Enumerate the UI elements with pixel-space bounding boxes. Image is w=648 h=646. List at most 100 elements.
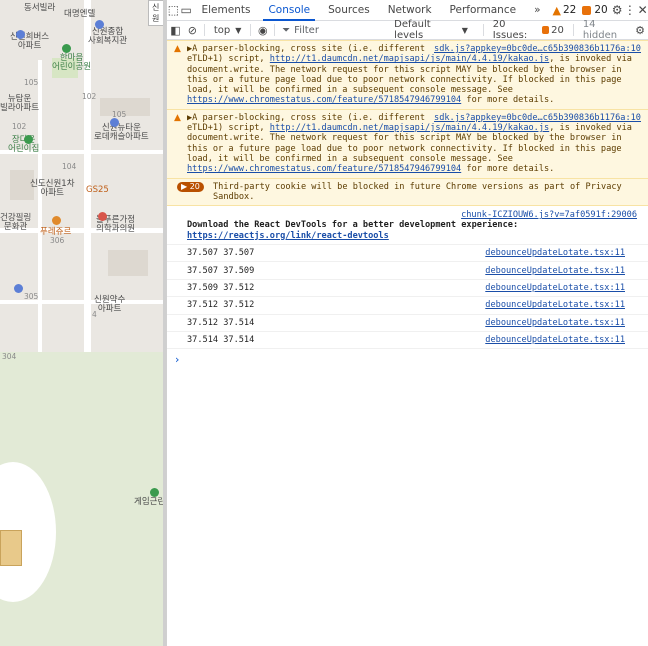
map-pin-icon[interactable]: [110, 118, 119, 127]
map-number: 102: [12, 122, 27, 131]
divider: [203, 24, 205, 36]
settings-gear-icon[interactable]: ⚙: [611, 0, 624, 20]
map-label: 게임근린: [134, 497, 166, 507]
log-row[interactable]: 37.512 37.512 debounceUpdateLotate.tsx:1…: [167, 297, 648, 315]
chromestatus-link[interactable]: https://www.chromestatus.com/feature/571…: [187, 95, 461, 105]
map-pane[interactable]: 동서빌라 대명엔텔 신원희버스 아파트 신원종합 사회복지관 한마음 어린이공원…: [0, 0, 166, 646]
park-icon[interactable]: [150, 488, 159, 497]
context-selector[interactable]: top ▼: [208, 25, 248, 36]
issue-icon: [582, 5, 592, 15]
warning-text: eTLD+1) script,: [187, 123, 270, 134]
console-warning[interactable]: ▲ sdk.js?appkey=0bc0de…c65b390836b1176a:…: [167, 40, 648, 110]
map-label: 신원약수 아파트: [94, 295, 126, 314]
map-number: 105: [24, 78, 39, 87]
park-icon[interactable]: [62, 44, 71, 53]
cookie-warning-group[interactable]: ▶ 20 Third-party cookie will be blocked …: [167, 178, 648, 207]
log-row[interactable]: 37.507 37.509 debounceUpdateLotate.tsx:1…: [167, 262, 648, 280]
school-icon[interactable]: [24, 135, 33, 144]
log-row[interactable]: 37.514 37.514 debounceUpdateLotate.tsx:1…: [167, 332, 648, 350]
log-text: 37.507 37.507: [187, 248, 255, 259]
source-link[interactable]: debounceUpdateLotate.tsx:11: [485, 266, 625, 276]
source-link[interactable]: debounceUpdateLotate.tsx:11: [485, 335, 625, 345]
warning-text: for more details.: [461, 95, 555, 106]
warning-text: ▶A parser-blocking, cross site (i.e. dif…: [187, 112, 425, 123]
log-row[interactable]: 37.512 37.514 debounceUpdateLotate.tsx:1…: [167, 315, 648, 332]
source-link[interactable]: debounceUpdateLotate.tsx:11: [485, 248, 625, 258]
log-text: 37.514 37.514: [187, 335, 255, 346]
source-link[interactable]: sdk.js?appkey=0bc0de…c65b390836b1176a:10: [434, 44, 641, 54]
warning-text: eTLD+1) script,: [187, 54, 270, 65]
more-tabs-button[interactable]: »: [525, 0, 549, 20]
warning-icon: ▲: [174, 112, 181, 123]
warnings-count: 22: [562, 4, 577, 16]
divider: [572, 24, 574, 36]
levels-dropdown[interactable]: Default levels ▼: [388, 19, 474, 41]
issues-count: 20: [594, 4, 608, 16]
filter-box[interactable]: ⏷: [278, 24, 385, 36]
map-pin-icon[interactable]: [14, 284, 23, 293]
map-number: 306: [50, 236, 65, 245]
device-toolbar-icon[interactable]: ▭: [180, 0, 193, 20]
warning-text: for more details.: [461, 164, 555, 175]
issue-icon: [541, 26, 550, 34]
console-toolbar: ◧ ⊘ top ▼ ◉ ⏷ Default levels ▼ 20 Issues…: [167, 19, 648, 41]
message-text: Download the React DevTools for a better…: [187, 220, 519, 231]
chevron-down-icon: ▼: [235, 25, 242, 35]
close-icon[interactable]: ✕: [636, 0, 648, 20]
map-number: 104: [62, 162, 77, 171]
warning-icon: ▲: [552, 3, 561, 17]
filter-input[interactable]: [294, 24, 385, 36]
group-count-badge[interactable]: ▶ 20: [177, 181, 204, 192]
hidden-count: 14 hidden: [582, 19, 618, 41]
group-text: Third-party cookie will be blocked in fu…: [213, 181, 622, 202]
map-pin-icon[interactable]: [16, 30, 25, 39]
map-number: 102: [82, 92, 97, 101]
tab-elements[interactable]: Elements: [193, 0, 260, 20]
tab-sources[interactable]: Sources: [319, 0, 379, 20]
log-row[interactable]: 37.509 37.512 debounceUpdateLotate.tsx:1…: [167, 280, 648, 298]
source-link[interactable]: chunk-ICZIOUW6.js?v=7af0591f:29006: [187, 210, 637, 220]
log-text: 37.509 37.512: [187, 283, 255, 294]
warnings-badge[interactable]: ▲ 22: [550, 0, 580, 20]
react-devtools-link[interactable]: https://reactjs.org/link/react-devtools: [187, 231, 389, 241]
log-row[interactable]: 37.507 37.507 debounceUpdateLotate.tsx:1…: [167, 245, 648, 263]
map-label: 신원뉴타운 로데캐슬아파트: [94, 123, 149, 142]
source-link[interactable]: debounceUpdateLotate.tsx:11: [485, 318, 625, 328]
chevron-down-icon: ▼: [461, 25, 468, 35]
react-devtools-message[interactable]: chunk-ICZIOUW6.js?v=7af0591f:29006 Downl…: [167, 206, 648, 246]
source-link[interactable]: sdk.js?appkey=0bc0de…c65b390836b1176a:10: [434, 113, 641, 123]
tab-performance[interactable]: Performance: [441, 0, 526, 20]
script-link[interactable]: http://t1.daumcdn.net/mapjsapi/js/main/4…: [270, 123, 549, 133]
issues-label: 20 Issues:: [492, 19, 528, 41]
warning-text: ▶A parser-blocking, cross site (i.e. dif…: [187, 44, 425, 54]
map-label: 뉴탐운 빌라아파트: [0, 94, 40, 113]
source-link[interactable]: debounceUpdateLotate.tsx:11: [485, 300, 625, 310]
sidebar-toggle-icon[interactable]: ◧: [167, 24, 184, 37]
console-prompt[interactable]: ›: [167, 349, 648, 370]
divider: [482, 24, 484, 36]
context-value: top: [213, 24, 231, 36]
inspect-element-icon[interactable]: ⬚: [167, 0, 180, 20]
tab-network[interactable]: Network: [379, 0, 441, 20]
clear-console-icon[interactable]: ⊘: [184, 24, 201, 37]
map-pin-icon[interactable]: [95, 20, 104, 29]
source-link[interactable]: debounceUpdateLotate.tsx:11: [485, 283, 625, 293]
map-building: [108, 250, 148, 276]
issues-button[interactable]: 20 Issues: 20: [493, 19, 564, 41]
divider: [250, 24, 252, 36]
console-output[interactable]: ▲ sdk.js?appkey=0bc0de…c65b390836b1176a:…: [167, 40, 648, 370]
issues-badge[interactable]: 20: [579, 0, 610, 20]
console-settings-icon[interactable]: ⚙: [635, 24, 645, 37]
hospital-icon[interactable]: [98, 212, 107, 221]
more-options-icon[interactable]: ⋮: [623, 0, 636, 20]
map-number: 305: [24, 292, 39, 301]
log-text: 37.507 37.509: [187, 265, 255, 276]
console-warning[interactable]: ▲ sdk.js?appkey=0bc0de…c65b390836b1176a:…: [167, 109, 648, 179]
map-label: 신도신원1차 아파트: [30, 179, 75, 198]
script-link[interactable]: http://t1.daumcdn.net/mapjsapi/js/main/4…: [270, 54, 549, 64]
chromestatus-link[interactable]: https://www.chromestatus.com/feature/571…: [187, 164, 461, 174]
map-label: GS25: [86, 185, 109, 195]
tab-console[interactable]: Console: [259, 0, 319, 21]
eye-icon[interactable]: ◉: [254, 24, 271, 37]
cafe-icon[interactable]: [52, 216, 61, 225]
